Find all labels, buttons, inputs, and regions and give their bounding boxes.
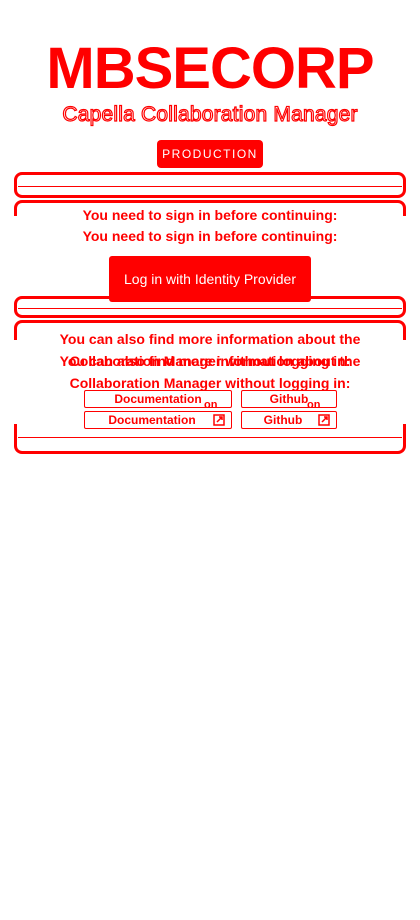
info-text-line2-a: Collaboration Manager without logging in…	[69, 353, 351, 369]
login-page: MBSECORP Capella Collaboration Manager P…	[0, 0, 420, 920]
card-top-edge	[14, 172, 406, 198]
environment-badge: PRODUCTION	[157, 140, 263, 168]
card-divider	[18, 186, 402, 187]
info-text-line2-echo: Collaboration Manager without logging in…	[40, 350, 380, 372]
login-button-label: Log in with Identity Provider	[124, 271, 296, 287]
info-text-line1: You can also find more information about…	[59, 331, 361, 347]
brand-subtitle: Capella Collaboration Manager	[62, 102, 358, 126]
brand-title: MBSECORP	[46, 36, 374, 101]
github-link[interactable]: Github	[241, 390, 337, 408]
sign-in-message: You need to sign in before continuing:	[82, 207, 338, 223]
environment-badge-label: PRODUCTION	[162, 147, 258, 161]
card-divider-middle	[18, 308, 402, 309]
card-middle-edge	[14, 296, 406, 318]
sign-in-message-echo: You need to sign in before continuing:	[82, 228, 338, 244]
info-text: You can also find more information about…	[40, 328, 380, 350]
documentation-on-label: on	[204, 399, 218, 411]
card-bottom-edge	[14, 424, 406, 454]
github-on-label: on	[307, 399, 321, 411]
info-text-line2-b: Collaboration Manager without logging in…	[69, 375, 351, 391]
card-divider-bottom	[18, 437, 402, 438]
